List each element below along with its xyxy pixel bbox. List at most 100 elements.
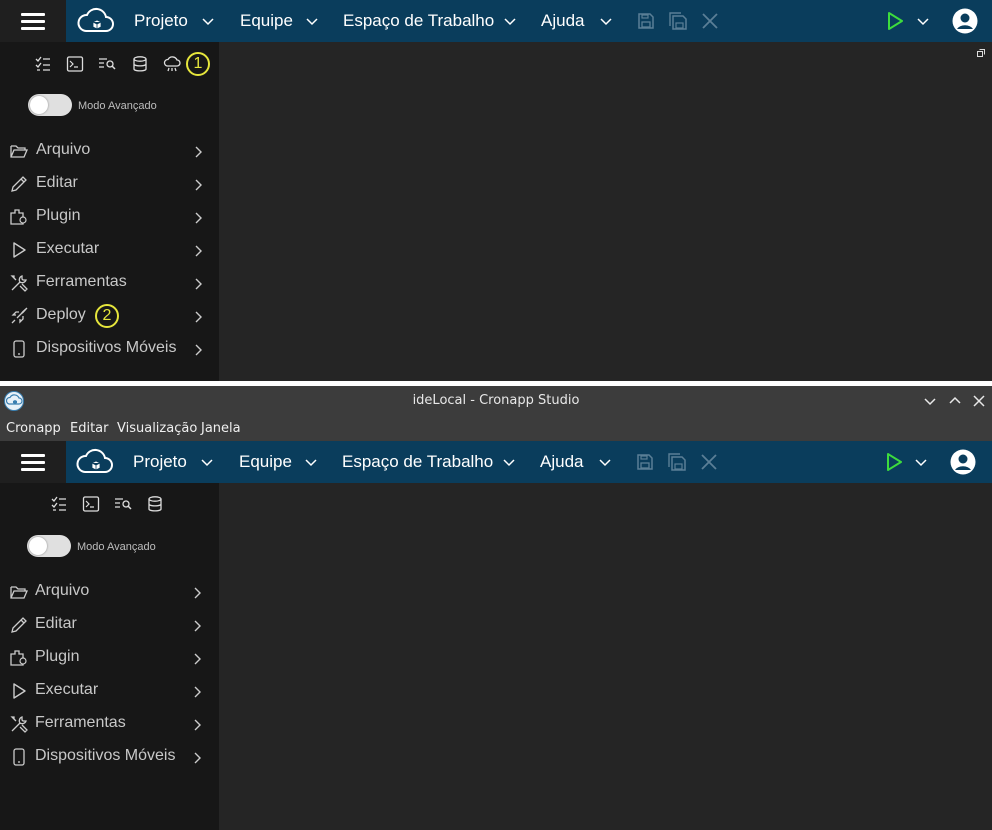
terminal-icon[interactable] <box>66 55 84 73</box>
nav-executar[interactable]: Executar <box>0 675 219 708</box>
run-play-icon[interactable] <box>885 452 903 472</box>
chevron-right-icon <box>195 146 202 158</box>
nav-executar[interactable]: Executar <box>0 234 219 267</box>
chevron-right-icon <box>195 278 202 290</box>
nav-arquivo-label: Arquivo <box>35 582 90 599</box>
menu-equipe-label: Equipe <box>239 452 292 471</box>
desktop-window: ideLocal - Cronapp Studio Cronapp Editar… <box>0 386 992 830</box>
nav-ferramentas-label: Ferramentas <box>36 273 127 290</box>
nav-dispositivos-moveis[interactable]: Dispositivos Móveis <box>0 741 219 774</box>
chevron-down-icon[interactable] <box>915 457 927 467</box>
chevron-down-icon[interactable] <box>202 16 214 26</box>
nav-ferramentas[interactable]: Ferramentas <box>0 708 219 741</box>
nav-editar[interactable]: Editar <box>0 168 219 201</box>
chevron-right-icon <box>195 344 202 356</box>
nav-dispositivos-moveis-label: Dispositivos Móveis <box>36 339 177 356</box>
close-icon[interactable] <box>700 453 718 471</box>
nav-plugin[interactable]: Plugin <box>0 642 219 675</box>
nav-plugin[interactable]: Plugin <box>0 201 219 234</box>
close-icon[interactable] <box>701 12 719 30</box>
chevron-down-icon[interactable] <box>917 16 929 26</box>
menu-equipe[interactable]: Equipe <box>240 0 293 42</box>
menubar-janela[interactable]: Janela <box>201 421 241 436</box>
nav-ferramentas[interactable]: Ferramentas <box>0 267 219 300</box>
hamburger-menu-button[interactable] <box>0 441 66 483</box>
nav-deploy[interactable]: Deploy 2 <box>0 300 219 333</box>
menu-ajuda[interactable]: Ajuda <box>540 441 583 483</box>
close-window-icon[interactable] <box>972 394 986 408</box>
nav-editar-label: Editar <box>35 615 77 632</box>
sidebar: Modo Avançado Arquivo Editar Plugin Exec… <box>0 483 219 830</box>
chevron-down-icon[interactable] <box>306 16 318 26</box>
nav-editar[interactable]: Editar <box>0 609 219 642</box>
chevron-down-icon[interactable] <box>599 457 611 467</box>
annotation-badge-2: 2 <box>95 304 119 328</box>
menu-ajuda-label: Ajuda <box>541 11 585 30</box>
hamburger-icon <box>21 453 45 471</box>
menubar-visualizacao[interactable]: Visualização <box>117 421 197 436</box>
minimize-window-icon[interactable] <box>923 394 937 408</box>
menu-espaco-trabalho[interactable]: Espaço de Trabalho <box>342 441 493 483</box>
nav-editar-label: Editar <box>36 174 78 191</box>
user-avatar-icon[interactable] <box>950 449 976 475</box>
menu-projeto[interactable]: Projeto <box>134 0 188 42</box>
hamburger-menu-button[interactable] <box>0 0 66 42</box>
run-play-icon[interactable] <box>886 11 904 31</box>
database-icon[interactable] <box>146 495 164 513</box>
folder-open-icon <box>10 586 28 599</box>
rocket-icon <box>11 307 28 324</box>
checklist-icon[interactable] <box>34 55 52 73</box>
plugin-icon <box>10 209 27 225</box>
window-menubar: Cronapp Editar Visualização Janela <box>0 416 992 441</box>
nav-executar-label: Executar <box>36 240 100 257</box>
database-icon[interactable] <box>131 55 149 73</box>
menu-espaco-trabalho[interactable]: Espaço de Trabalho <box>343 0 494 42</box>
chevron-right-icon <box>195 311 202 323</box>
search-list-icon[interactable] <box>98 55 116 73</box>
menu-ajuda[interactable]: Ajuda <box>541 0 584 42</box>
advanced-mode-toggle[interactable] <box>27 535 71 557</box>
chevron-down-icon[interactable] <box>600 16 612 26</box>
menu-espaco-trabalho-label: Espaço de Trabalho <box>343 11 495 30</box>
nav-ferramentas-label: Ferramentas <box>35 714 126 731</box>
menu-projeto[interactable]: Projeto <box>133 441 187 483</box>
maximize-window-icon[interactable] <box>948 394 962 408</box>
chevron-right-icon <box>194 653 201 665</box>
chevron-down-icon[interactable] <box>201 457 213 467</box>
bottom-header: Projeto Equipe Espaço de Trabalho Ajuda <box>0 441 992 483</box>
menubar-editar[interactable]: Editar <box>70 421 109 436</box>
chevron-right-icon <box>194 620 201 632</box>
terminal-icon[interactable] <box>82 495 100 513</box>
play-outline-icon <box>13 683 26 699</box>
cronapp-logo <box>77 7 114 32</box>
search-list-icon[interactable] <box>114 495 132 513</box>
cloud-bug-icon[interactable] <box>163 55 181 73</box>
nav-arquivo[interactable]: Arquivo <box>0 135 219 168</box>
chevron-down-icon[interactable] <box>305 457 317 467</box>
save-icon[interactable] <box>637 12 655 30</box>
chevron-right-icon <box>194 752 201 764</box>
window-titlebar: ideLocal - Cronapp Studio <box>0 386 992 416</box>
menu-equipe[interactable]: Equipe <box>239 441 292 483</box>
save-all-icon[interactable] <box>668 453 686 471</box>
nav-dispositivos-moveis[interactable]: Dispositivos Móveis <box>0 333 219 366</box>
save-all-icon[interactable] <box>669 12 687 30</box>
hamburger-icon <box>21 12 45 30</box>
tools-icon <box>10 275 28 292</box>
advanced-mode-toggle[interactable] <box>28 94 72 116</box>
save-icon[interactable] <box>636 453 654 471</box>
chevron-down-icon[interactable] <box>504 16 516 26</box>
menu-projeto-label: Projeto <box>133 452 187 471</box>
checklist-icon[interactable] <box>50 495 68 513</box>
chevron-down-icon[interactable] <box>503 457 515 467</box>
advanced-mode-label: Modo Avançado <box>77 541 156 553</box>
window-title: ideLocal - Cronapp Studio <box>412 393 580 408</box>
user-avatar-icon[interactable] <box>952 8 978 34</box>
top-header: Projeto Equipe Espaço de Trabalho Ajuda <box>0 0 992 42</box>
chevron-right-icon <box>195 245 202 257</box>
sidebar: 1 Modo Avançado Arquivo Editar Plugin Ex… <box>0 42 219 381</box>
menu-espaco-trabalho-label: Espaço de Trabalho <box>342 452 494 471</box>
nav-arquivo[interactable]: Arquivo <box>0 576 219 609</box>
menubar-cronapp[interactable]: Cronapp <box>6 421 61 436</box>
restore-panel-icon[interactable] <box>977 49 985 57</box>
